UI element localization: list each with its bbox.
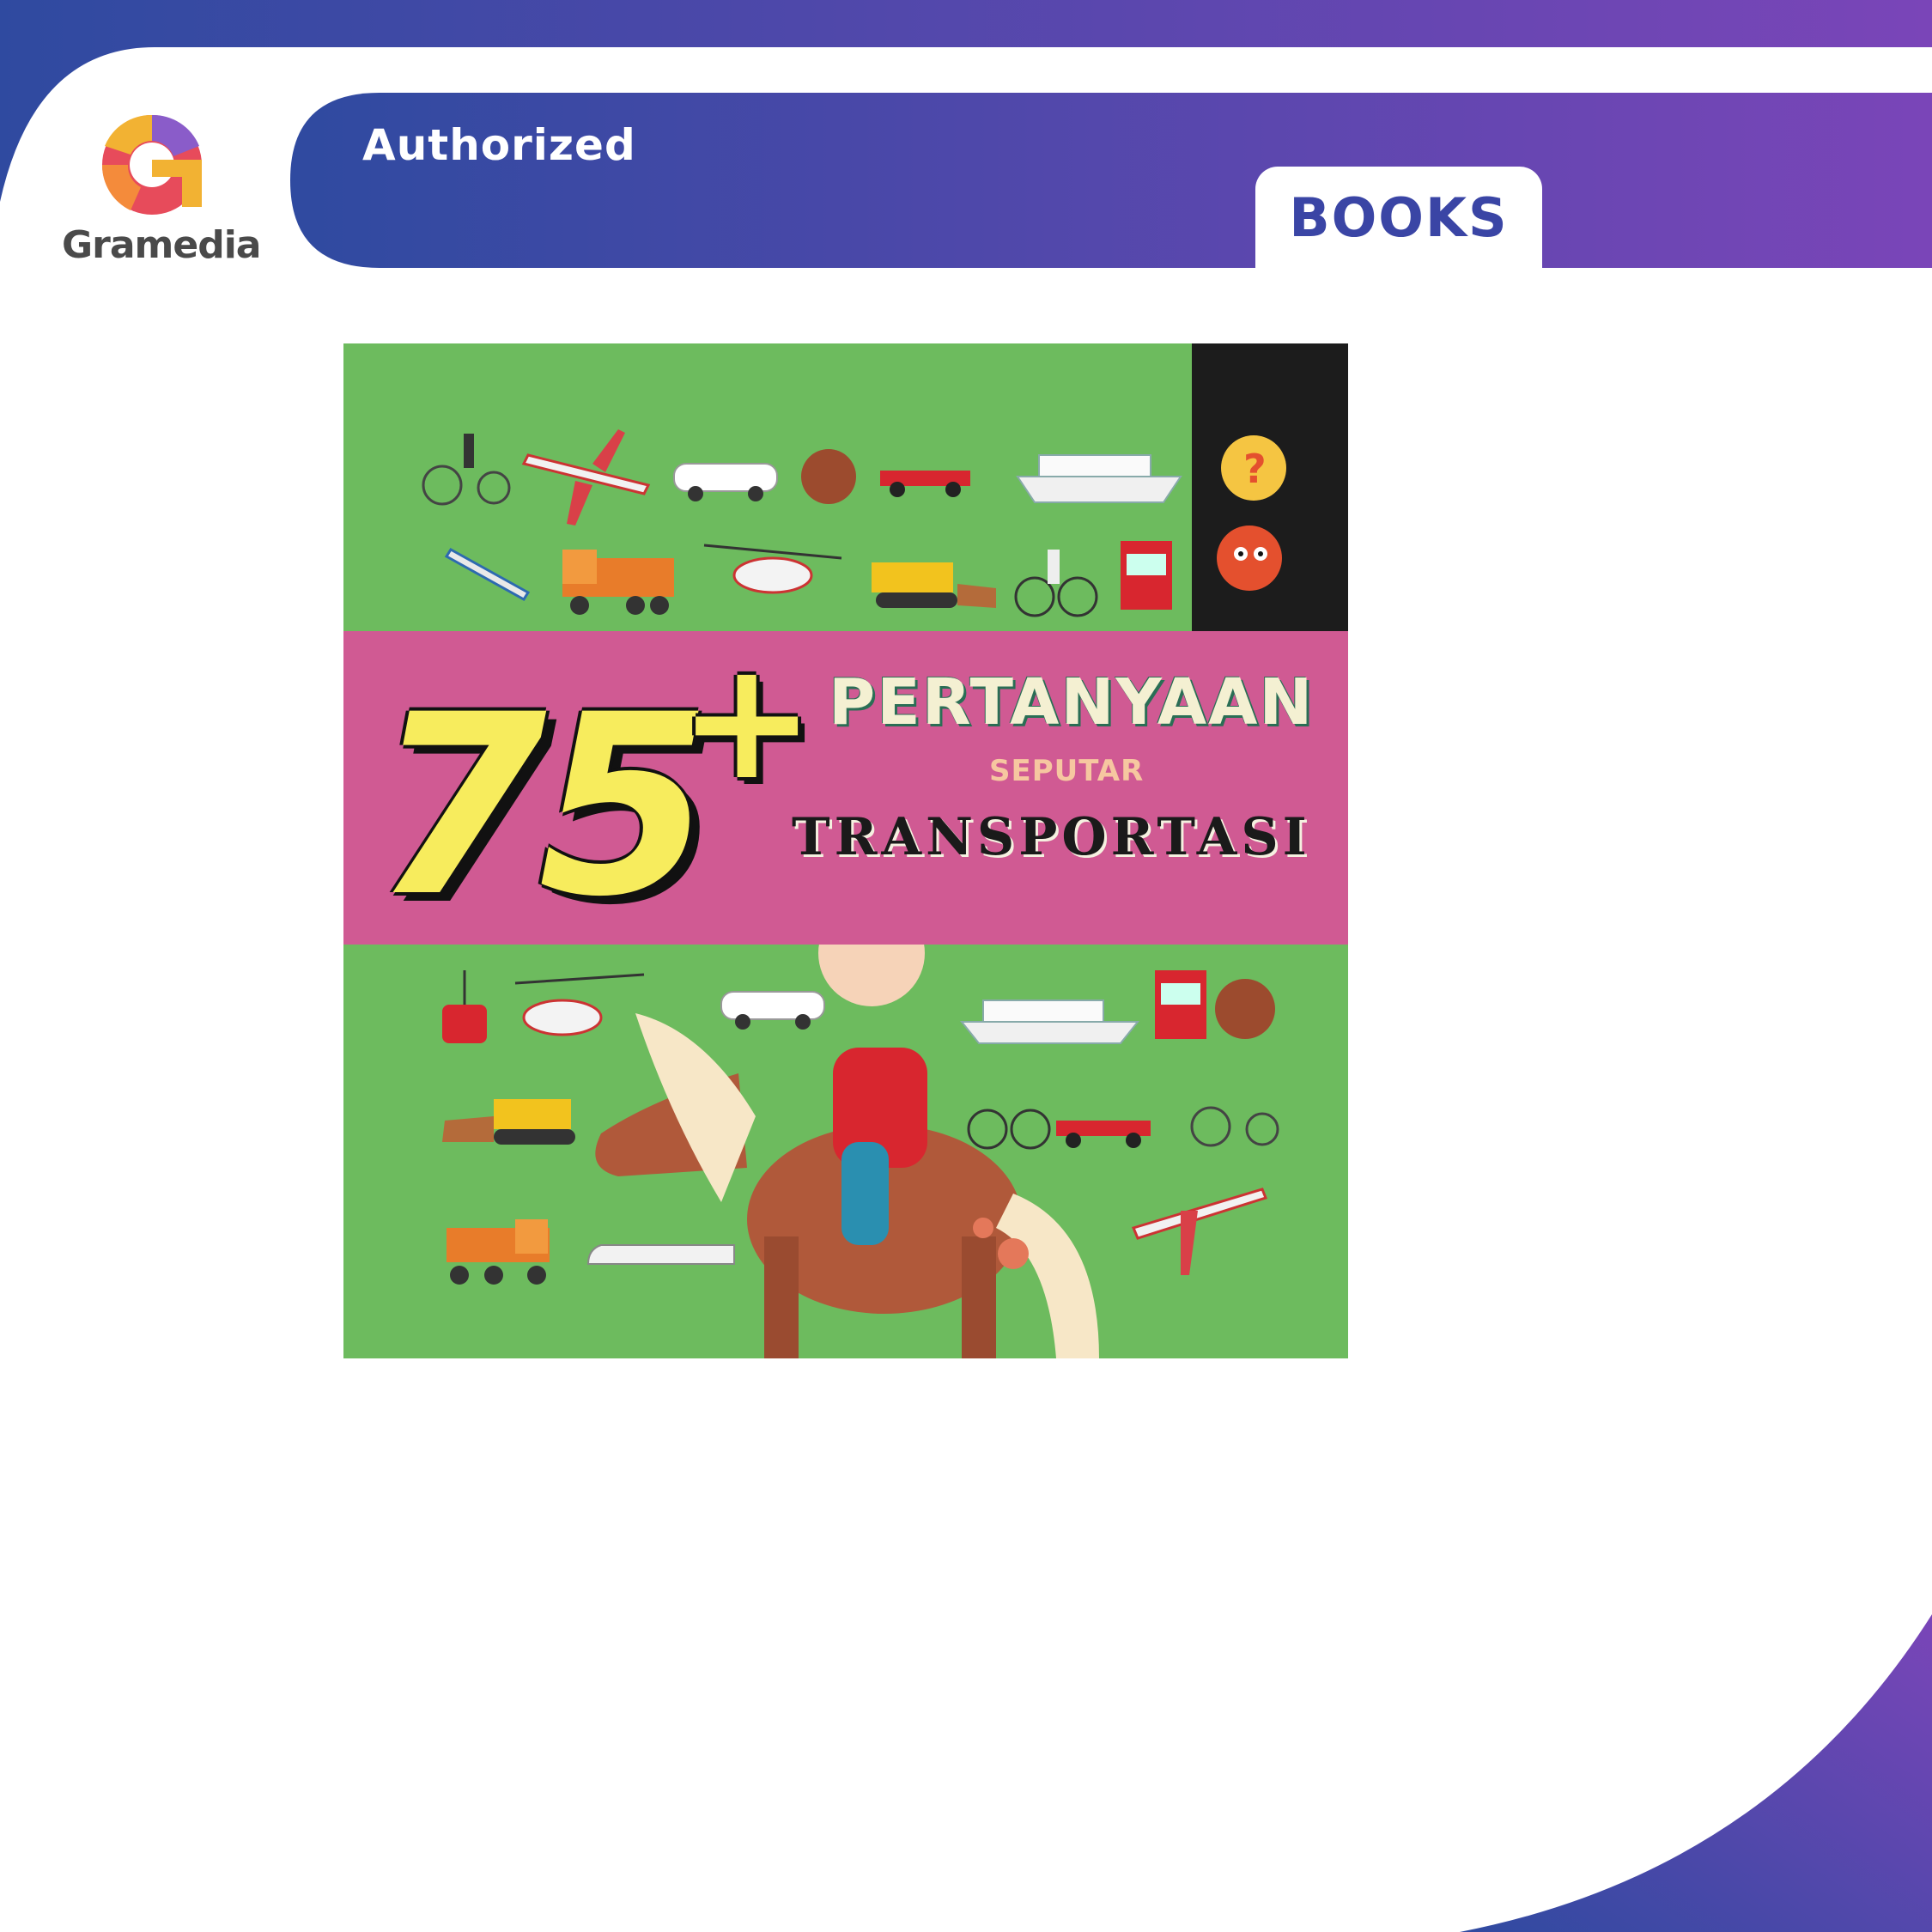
cruise-ship-icon-2 [959, 999, 1140, 1044]
hot-air-balloon-icon [801, 449, 856, 504]
race-car-icon-2 [1056, 1121, 1151, 1148]
cruise-ship-icon [1016, 454, 1182, 503]
cover-title-line3: TRANSPORTASI [792, 807, 1311, 867]
semi-truck-icon [1121, 541, 1172, 610]
helicopter-icon [703, 544, 842, 594]
bulldozer-icon-2 [442, 1099, 575, 1145]
tricycle-icon-2 [1190, 1106, 1279, 1147]
bicycle-icon [1014, 550, 1098, 617]
cover-number: 75 [374, 662, 712, 951]
helicopter-icon-2 [514, 973, 645, 1036]
books-tab[interactable]: BOOKS [1255, 167, 1542, 268]
book-cover-image[interactable]: ? 75 + PERTANYAAN SEPUTAR TRANSPORTASI [343, 343, 1348, 1358]
mascot-icon [1217, 526, 1282, 591]
bulldozer-icon [872, 562, 996, 608]
gramedia-g-icon [101, 114, 202, 215]
cover-plus: + [678, 626, 816, 816]
car-icon-2 [720, 991, 825, 1030]
airplane-icon [521, 429, 651, 526]
gramedia-logo[interactable]: Gramedia [62, 112, 261, 267]
cover-title-line1: PERTANYAAN [829, 665, 1315, 739]
airplane-icon-2 [1131, 1188, 1267, 1275]
dump-truck-icon-2 [447, 1219, 550, 1285]
cover-title-line2: SEPUTAR [989, 754, 1145, 788]
logo-text: Gramedia [62, 223, 261, 267]
svg-text:?: ? [1243, 446, 1267, 492]
authorized-label: Authorized [362, 120, 636, 170]
horse-rider-illustration [595, 879, 1099, 1358]
car-icon [673, 463, 778, 501]
bicycle-icon-2 [967, 1109, 1051, 1150]
tricycle-icon [422, 434, 511, 506]
dump-truck-icon [562, 550, 674, 615]
train-icon [586, 1244, 735, 1265]
books-tab-label: BOOKS [1289, 185, 1509, 249]
semi-truck-icon-2 [1155, 970, 1206, 1039]
hot-air-balloon-icon-2 [1215, 979, 1275, 1039]
race-car-icon [880, 471, 970, 497]
cable-car-icon [442, 970, 487, 1043]
small-plane-icon [444, 547, 531, 602]
